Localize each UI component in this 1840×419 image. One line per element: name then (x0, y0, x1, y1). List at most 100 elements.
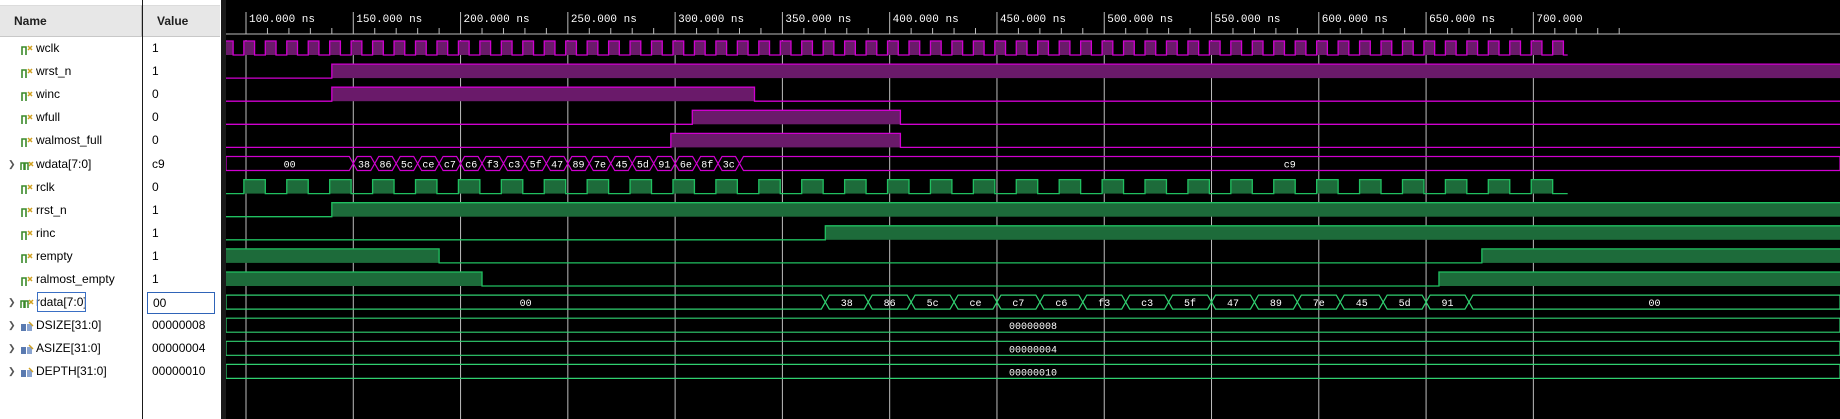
clock-high (415, 179, 437, 194)
expand-chevron-icon[interactable]: ❯ (8, 314, 18, 336)
clock-high (522, 41, 534, 55)
bus-value-label: 45 (615, 161, 627, 172)
clock-high (372, 41, 384, 55)
clock-high (694, 41, 706, 55)
signal-name-label: rempty (36, 248, 73, 263)
signal-value[interactable]: 00000008 (143, 314, 220, 336)
signal-value[interactable]: 1 (143, 245, 220, 267)
ruler-label: 100.000 ns (249, 14, 315, 26)
signal-value[interactable]: 00000010 (143, 360, 220, 382)
bus-value-label: 38 (841, 299, 853, 310)
expand-chevron-icon[interactable]: ❯ (8, 337, 18, 359)
bus-value-label: 38 (358, 161, 370, 172)
level-high-fill (331, 202, 1840, 217)
signal-value[interactable]: 0 (143, 176, 220, 198)
bus-value-label: 8f (701, 160, 713, 172)
ruler-label: 500.000 ns (1107, 14, 1173, 26)
clock-high (1338, 41, 1349, 55)
signal-name-label: rclk (36, 179, 55, 194)
ruler-label: 700.000 (1536, 14, 1582, 26)
signal-name-label: wrst_n (36, 64, 72, 79)
bus-value-label: ce (969, 299, 981, 310)
signal-value[interactable]: 00000004 (143, 337, 220, 359)
clock-high (1059, 41, 1070, 55)
signal-value[interactable]: 1 (143, 37, 220, 59)
value-column-header[interactable]: Value (143, 5, 220, 37)
signal-row-walmost_full[interactable]: walmost_full (0, 129, 142, 151)
bus-value-label: 91 (658, 161, 670, 172)
signal-value[interactable]: 1 (143, 222, 220, 244)
signal-row-rrst_n[interactable]: rrst_n (0, 199, 142, 221)
bit-signal-icon (20, 181, 34, 194)
clock-high (973, 179, 995, 194)
clock-high (801, 41, 813, 55)
signal-value[interactable]: 0 (143, 83, 220, 105)
bus-value-label: 47 (551, 161, 563, 172)
signal-row-ralmost_empty[interactable]: ralmost_empty (0, 268, 142, 290)
signal-value[interactable]: 1 (143, 199, 220, 221)
bus-value-label: f3 (1098, 298, 1110, 310)
signal-value[interactable]: c9 (143, 153, 220, 175)
signal-row-rdata[interactable]: ❯ rdata[7:0] (0, 291, 142, 313)
signal-value[interactable]: 0 (143, 129, 220, 151)
bit-signal-icon (20, 273, 34, 286)
signal-row-rclk[interactable]: rclk (0, 176, 142, 198)
ruler-label: 250.000 ns (571, 14, 637, 26)
signal-value[interactable]: 0 (143, 106, 220, 128)
clock-high (1166, 41, 1178, 55)
clock-high (308, 41, 319, 55)
bit-signal-icon (20, 65, 34, 79)
signal-row-rempty[interactable]: rempty (0, 245, 142, 267)
bus-value-label: c6 (465, 161, 477, 172)
bus-value-label: c3 (1141, 299, 1153, 310)
clock-high (1187, 41, 1199, 55)
bus-signal-icon (20, 296, 34, 309)
signal-row-rinc[interactable]: rinc (0, 222, 142, 244)
signal-row-depth[interactable]: ❯ DEPTH[31:0] (0, 360, 142, 382)
signal-row-winc[interactable]: winc (0, 83, 142, 105)
signal-name-label: wdata[7:0] (36, 156, 92, 171)
clock-high (844, 179, 867, 194)
level-high-fill (825, 225, 1840, 240)
signal-row-wclk[interactable]: wclk (0, 37, 142, 59)
bus-value-label: 5c (927, 299, 939, 310)
clock-high (1102, 41, 1113, 55)
signal-row-wrst_n[interactable]: wrst_n (0, 60, 142, 82)
signal-name-label: ralmost_empty (36, 272, 115, 286)
signal-row-dsize[interactable]: ❯ DSIZE[31:0] (0, 314, 142, 336)
expand-chevron-icon[interactable]: ❯ (8, 153, 18, 175)
bus-value-label: 6e (680, 161, 692, 172)
clock-high (1080, 41, 1092, 55)
clock-high (994, 41, 1006, 55)
bus-value-label: ce (422, 161, 434, 172)
bus-value-label: 3c (723, 161, 735, 172)
signal-row-wdata[interactable]: ❯ wdata[7:0] (0, 153, 142, 175)
level-high-fill (1438, 272, 1840, 286)
level-high-fill (331, 64, 1840, 79)
clock-high (887, 179, 909, 194)
clock-high (1145, 179, 1167, 194)
waveform-canvas[interactable]: 100.000 ns 150.000 ns 200.000 ns 250.000 ns… (226, 0, 1840, 419)
clock-high (372, 179, 395, 194)
clock-high (1059, 179, 1081, 194)
clock-high (587, 41, 598, 55)
signal-row-wfull[interactable]: wfull (0, 106, 142, 128)
clock-high (479, 41, 491, 55)
bus-value-label: 00 (520, 299, 532, 310)
expand-chevron-icon[interactable]: ❯ (8, 360, 18, 382)
signal-name-panel: Name wclk wrst_n winc wfull walmost_full ❯ wda… (0, 0, 143, 419)
signal-value[interactable]: 00 (147, 292, 215, 315)
signal-value[interactable]: 1 (143, 60, 220, 82)
level-high-fill (226, 272, 483, 286)
signal-row-asize[interactable]: ❯ ASIZE[31:0] (0, 337, 142, 359)
bit-signal-icon (20, 111, 34, 125)
signal-name-label: DEPTH[31:0] (36, 364, 107, 379)
clock-high (672, 41, 684, 55)
bus-value-label: c9 (1284, 161, 1296, 172)
clock-high (351, 41, 362, 55)
clock-high (1123, 41, 1135, 55)
clock-high (1016, 179, 1038, 194)
expand-chevron-icon[interactable]: ❯ (8, 291, 18, 313)
name-column-header[interactable]: Name (0, 5, 142, 37)
signal-value[interactable]: 1 (143, 268, 220, 290)
